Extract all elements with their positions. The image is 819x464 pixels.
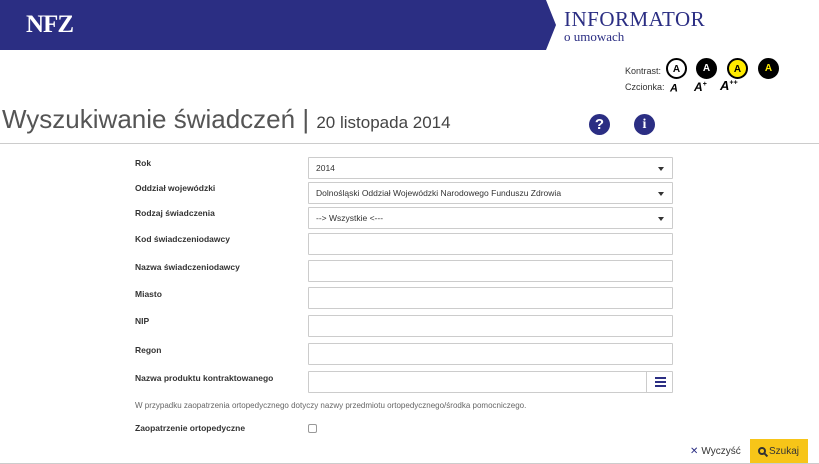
produkt-list-button[interactable] xyxy=(646,371,673,393)
list-icon-line xyxy=(655,385,666,387)
nfz-logo[interactable]: NFZ xyxy=(26,11,74,39)
nip-input[interactable] xyxy=(308,315,673,337)
help-icon[interactable]: ? xyxy=(589,114,610,135)
ortho-note: W przypadku zaopatrzenia ortopedycznego … xyxy=(135,401,527,410)
contrast-default-button[interactable]: A xyxy=(666,58,687,79)
clear-label: Wyczyść xyxy=(701,446,741,457)
font-size-large-button[interactable]: A+ xyxy=(694,80,707,94)
list-icon-line xyxy=(655,381,666,383)
font-size-xlarge-sup: ++ xyxy=(729,79,738,87)
page-date: 20 listopada 2014 xyxy=(316,113,451,132)
header-divider xyxy=(0,143,819,144)
kod-input[interactable] xyxy=(308,233,673,255)
search-icon xyxy=(758,447,766,455)
nip-label: NIP xyxy=(135,316,150,326)
ortho-checkbox[interactable] xyxy=(308,424,317,433)
produkt-input[interactable] xyxy=(308,371,673,393)
nazwa-label: Nazwa świadczeniodawcy xyxy=(135,262,240,272)
title-separator: | xyxy=(302,104,310,134)
informator-subtitle: o umowach xyxy=(564,29,625,44)
list-icon-line xyxy=(655,377,666,379)
search-button[interactable]: Szukaj xyxy=(750,439,808,464)
font-size-xlarge-button[interactable]: A++ xyxy=(720,78,738,93)
rodzaj-select[interactable]: --> Wszystkie <--- xyxy=(308,207,673,229)
font-size-normal-button[interactable]: A xyxy=(670,82,678,95)
contrast-label: Kontrast: xyxy=(625,66,662,76)
informator-banner[interactable]: INFORMATOR o umowach xyxy=(546,0,819,50)
accessibility-labels: Kontrast: Czcionka: xyxy=(625,63,665,95)
kod-label: Kod świadczeniodawcy xyxy=(135,234,230,244)
info-icon[interactable]: i xyxy=(634,114,655,135)
regon-label: Regon xyxy=(135,345,162,355)
page-title-text: Wyszukiwanie świadczeń xyxy=(2,104,296,134)
nazwa-input[interactable] xyxy=(308,260,673,282)
search-label: Szukaj xyxy=(769,446,800,457)
font-size-large-label: A xyxy=(694,80,703,94)
regon-input[interactable] xyxy=(308,343,673,365)
close-icon: ✕ xyxy=(690,446,699,457)
page-title: Wyszukiwanie świadczeń | 20 listopada 20… xyxy=(2,104,451,135)
font-size-large-sup: + xyxy=(702,81,707,88)
contrast-black-yellow-button[interactable]: A xyxy=(758,58,779,79)
rodzaj-label: Rodzaj świadczenia xyxy=(135,208,215,218)
ortho-label: Zaopatrzenie ortopedyczne xyxy=(135,423,246,433)
rok-label: Rok xyxy=(135,158,152,168)
miasto-input[interactable] xyxy=(308,287,673,309)
oddzial-select[interactable]: Dolnośląski Oddział Wojewódzki Narodoweg… xyxy=(308,182,673,204)
font-size-xlarge-label: A xyxy=(720,78,730,93)
contrast-black-white-button[interactable]: A xyxy=(696,58,717,79)
produkt-label: Nazwa produktu kontraktowanego xyxy=(135,373,274,383)
clear-button[interactable]: ✕ Wyczyść xyxy=(690,446,741,457)
miasto-label: Miasto xyxy=(135,289,162,299)
font-label: Czcionka: xyxy=(625,82,665,92)
font-size-normal-label: A xyxy=(670,82,678,95)
rok-select[interactable]: 2014 xyxy=(308,157,673,179)
contrast-yellow-black-button[interactable]: A xyxy=(727,58,748,79)
oddzial-label: Oddział wojewódzki xyxy=(135,183,216,193)
